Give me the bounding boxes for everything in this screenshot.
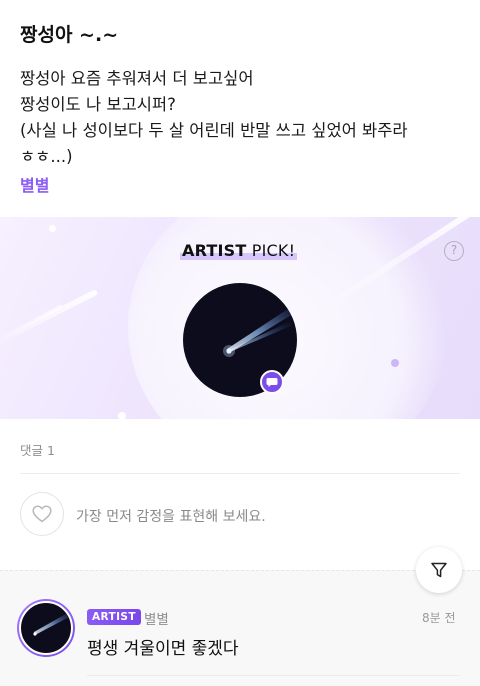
banner-decoration — [49, 225, 56, 232]
divider — [20, 473, 460, 474]
comment-time: 8분 전 — [422, 611, 456, 625]
artist-pick-title: ARTIST PICK! — [180, 241, 298, 260]
post-body-line: ㅎㅎ...) — [20, 147, 73, 166]
avatar[interactable] — [17, 599, 75, 657]
emotion-button[interactable] — [20, 492, 64, 536]
banner-decoration — [118, 412, 126, 419]
comet-image — [33, 611, 71, 636]
artist-pick-banner[interactable]: ARTIST PICK! ? — [0, 217, 480, 419]
artist-pick-title-rest: PICK! — [246, 241, 296, 260]
avatar-image — [19, 601, 73, 655]
post-title: 짱성아 ~.~ — [20, 24, 119, 46]
banner-decoration — [0, 288, 99, 349]
filter-button[interactable] — [416, 547, 462, 593]
post-author[interactable]: 별별 — [20, 172, 49, 196]
post-body-line: (사실 나 성이보다 두 살 어린데 반말 쓰고 싶었어 봐주라 — [20, 121, 408, 140]
post-body: 짱성아 요즘 추워져서 더 보고싶어 짱성이도 나 보고시퍼? (사실 나 성이… — [20, 66, 460, 170]
heart-outline-icon — [32, 505, 52, 523]
comment-text: 평생 겨울이면 좋겠다 — [87, 639, 239, 659]
comment-author[interactable]: 별별 — [144, 608, 169, 628]
artist-badge: ARTIST — [87, 609, 141, 625]
filter-funnel-icon — [431, 562, 447, 578]
comment-count: 댓글 1 — [20, 443, 55, 458]
banner-decoration — [391, 359, 399, 367]
banner-decoration — [0, 304, 63, 341]
chat-bubble-icon[interactable] — [260, 370, 284, 394]
chat-bubble-glyph — [266, 377, 278, 387]
artist-pick-title-bold: ARTIST — [182, 241, 247, 260]
question-circle-icon[interactable]: ? — [444, 241, 464, 261]
emotion-prompt[interactable]: 가장 먼저 감정을 표현해 보세요. — [76, 506, 266, 526]
divider — [87, 675, 460, 676]
post-body-line: 짱성이도 나 보고시퍼? — [20, 95, 176, 114]
post-body-line: 짱성아 요즘 추워져서 더 보고싶어 — [20, 69, 254, 88]
